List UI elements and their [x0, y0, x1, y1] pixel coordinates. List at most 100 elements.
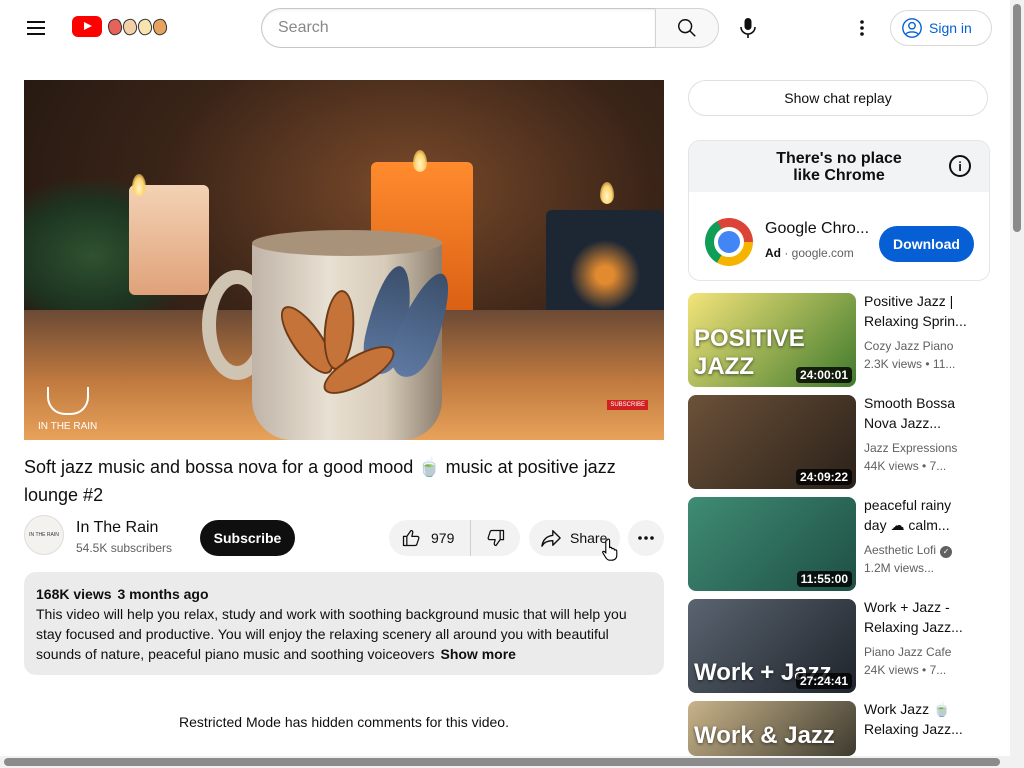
microphone-icon — [740, 18, 756, 38]
thumbs-up-icon — [402, 529, 420, 547]
hand-cursor-icon — [602, 538, 618, 561]
ad-banner[interactable]: There's no place like Chrome i — [689, 141, 989, 192]
recommendation-meta: 24K views • 7... — [864, 663, 946, 677]
menu-icon[interactable] — [20, 12, 52, 44]
recommendation-channel-name: Jazz Expressions — [864, 441, 958, 455]
horizontal-scrollbar-thumb[interactable] — [4, 758, 1000, 766]
recommendation-channel[interactable]: Aesthetic Lofi ✓ — [864, 543, 953, 558]
search-input[interactable] — [261, 8, 655, 48]
recommendation-age: 11... — [932, 357, 956, 371]
thumbnail-text: Work & Jazz — [694, 722, 835, 749]
chrome-logo-icon — [705, 218, 753, 266]
recommendation-item[interactable]: POSITIVE JAZZ 24:00:01 Positive Jazz | Rel… — [688, 293, 990, 387]
view-count: 168K views — [36, 586, 112, 602]
upload-age: 3 months ago — [117, 586, 209, 602]
recommendation-meta: 1.2M views... — [864, 561, 934, 575]
doodle-icon — [105, 16, 170, 37]
recommendation-thumbnail[interactable]: Work & Jazz — [688, 701, 856, 756]
player-channel-watermark: IN THE RAIN — [38, 387, 97, 432]
like-count: 979 — [431, 530, 455, 546]
recommendation-channel[interactable]: Piano Jazz Cafe — [864, 645, 951, 659]
restricted-mode-notice: Restricted Mode has hidden comments for … — [179, 714, 509, 730]
recommendation-item[interactable]: 11:55:00 peaceful rainy day ☁ calm... Aest… — [688, 497, 990, 591]
separator-dot: • — [922, 357, 933, 371]
youtube-logo[interactable] — [72, 16, 170, 37]
description-body: This video will help you relax, study an… — [36, 606, 627, 662]
search-bar — [261, 8, 719, 48]
recommendation-views: 2.3K views — [864, 357, 923, 371]
duration-badge: 24:09:22 — [795, 469, 852, 485]
duration-badge: 24:00:01 — [795, 367, 852, 383]
more-vertical-icon — [860, 20, 864, 36]
recommendation-thumbnail[interactable]: Work + Jazz 27:24:41 — [688, 599, 856, 693]
recommendation-channel-name: Piano Jazz Cafe — [864, 645, 952, 659]
description-box[interactable]: 168K views 3 months ago This video will h… — [24, 572, 664, 675]
search-button[interactable] — [655, 8, 719, 48]
sign-in-label: Sign in — [929, 20, 972, 36]
more-actions-button[interactable] — [628, 520, 664, 556]
subscriber-count: 54.5K subscribers — [76, 541, 173, 555]
recommendation-item[interactable]: Work + Jazz 27:24:41 Work + Jazz - Relaxin… — [688, 599, 990, 693]
sign-in-button[interactable]: Sign in — [890, 10, 992, 46]
description-meta: 168K views 3 months ago — [36, 584, 652, 604]
show-more-button[interactable]: Show more — [440, 646, 515, 662]
ad-domain: google.com — [791, 246, 854, 260]
player-flame — [413, 150, 427, 172]
player-mug-rim — [252, 230, 442, 256]
recommendation-item[interactable]: 24:09:22 Smooth Bossa Nova Jazz... Jazz Ex… — [688, 395, 990, 489]
recommendation-channel-name: Aesthetic Lofi — [864, 543, 937, 557]
recommendation-meta: 2.3K views • 11... — [864, 357, 955, 371]
ad-subline: Ad · google.com — [765, 246, 854, 260]
recommendation-views: 44K views — [864, 459, 919, 473]
player-brand-text: IN THE RAIN — [38, 421, 98, 432]
recommendation-age: 7... — [929, 459, 947, 473]
ad-badge: Ad — [765, 246, 781, 260]
show-chat-replay-button[interactable]: Show chat replay — [688, 80, 988, 116]
settings-button[interactable] — [842, 8, 882, 48]
channel-avatar[interactable]: IN THE RAIN — [24, 515, 64, 555]
channel-name[interactable]: In The Rain — [76, 519, 158, 537]
recommendation-views: 1.2M views... — [864, 561, 935, 575]
download-button[interactable]: Download — [879, 226, 974, 262]
recommendation-item[interactable]: Work & Jazz Work Jazz 🍵 Relaxing Jazz... — [688, 701, 990, 756]
voice-search-button[interactable] — [728, 8, 768, 48]
coffee-cup-icon — [46, 387, 89, 415]
ad-title: Google Chro... — [765, 220, 870, 237]
recommendation-title[interactable]: Positive Jazz | Relaxing Sprin... — [864, 291, 974, 331]
like-dislike-group: 979 — [389, 520, 520, 556]
recommendation-age: 7... — [929, 663, 947, 677]
recommendation-title[interactable]: Work Jazz 🍵 Relaxing Jazz... — [864, 699, 974, 739]
info-icon[interactable]: i — [949, 155, 971, 177]
recommendation-thumbnail[interactable]: 24:09:22 — [688, 395, 856, 489]
video-player[interactable]: IN THE RAIN SUBSCRIBE — [24, 80, 664, 440]
masthead: Sign in — [0, 0, 1010, 56]
separator-dot: • — [918, 663, 930, 677]
vertical-scrollbar[interactable] — [1010, 0, 1024, 768]
player-flame — [600, 182, 614, 204]
video-title: Soft jazz music and bossa nova for a goo… — [24, 457, 616, 505]
vertical-scrollbar-thumb[interactable] — [1013, 4, 1021, 232]
share-icon — [541, 530, 561, 547]
recommendation-title[interactable]: Work + Jazz - Relaxing Jazz... — [864, 597, 974, 637]
duration-badge: 11:55:00 — [796, 571, 852, 587]
horizontal-scrollbar[interactable] — [0, 756, 1010, 768]
channel-avatar-text: IN THE RAIN — [29, 532, 59, 538]
player-subscribe-badge[interactable]: SUBSCRIBE — [607, 400, 648, 410]
recommendation-channel[interactable]: Cozy Jazz Piano — [864, 339, 953, 353]
recommendation-thumbnail[interactable]: 11:55:00 — [688, 497, 856, 591]
recommendation-title[interactable]: peaceful rainy day ☁ calm... — [864, 495, 974, 535]
recommendation-meta: 44K views • 7... — [864, 459, 946, 473]
ad-card[interactable]: There's no place like Chrome i Google Ch… — [688, 140, 990, 281]
recommendation-title[interactable]: Smooth Bossa Nova Jazz... — [864, 393, 974, 433]
player-flame — [132, 174, 146, 196]
subscribe-button[interactable]: Subscribe — [200, 520, 295, 556]
verified-icon: ✓ — [940, 546, 953, 558]
player-candle — [129, 185, 209, 295]
account-icon — [902, 18, 922, 38]
recommendation-thumbnail[interactable]: POSITIVE JAZZ 24:00:01 — [688, 293, 856, 387]
recommendation-channel[interactable]: Jazz Expressions — [864, 441, 957, 455]
like-button[interactable]: 979 — [389, 520, 471, 556]
recommendation-views: 24K views — [864, 663, 919, 677]
ad-banner-text: There's no place like Chrome — [776, 149, 902, 184]
dislike-button[interactable] — [471, 520, 520, 556]
